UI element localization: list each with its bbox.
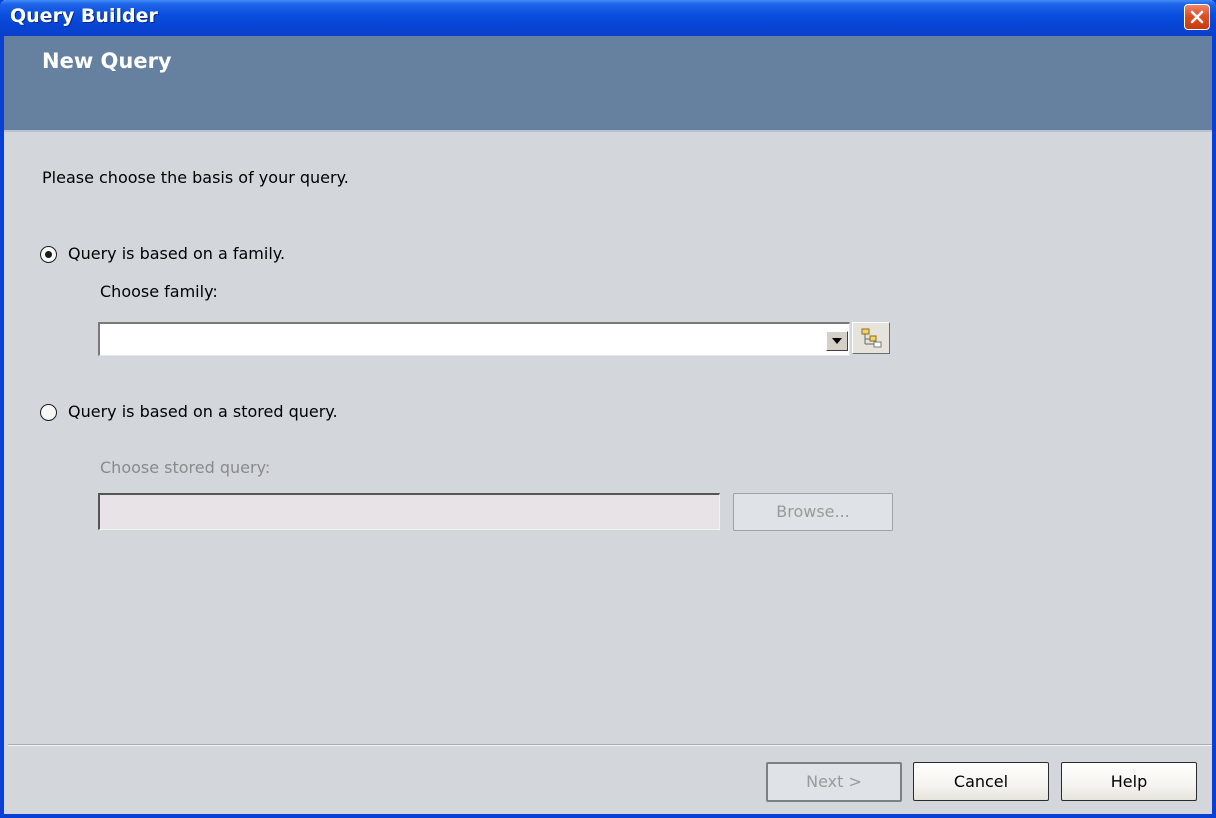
instruction-text: Please choose the basis of your query. xyxy=(42,168,349,187)
page-title: New Query xyxy=(42,49,172,73)
help-button-label: Help xyxy=(1110,772,1148,791)
radio-stored-query-label[interactable]: Query is based on a stored query. xyxy=(68,402,338,421)
query-builder-dialog: Query Builder New Query Please choose th… xyxy=(0,0,1216,818)
browse-button[interactable]: Browse... xyxy=(733,493,893,531)
next-button-label: Next > xyxy=(806,772,862,791)
stored-query-field[interactable] xyxy=(98,493,720,530)
radio-stored-query[interactable] xyxy=(40,404,57,421)
title-bar[interactable]: Query Builder xyxy=(0,0,1216,36)
family-dropdown-arrow[interactable] xyxy=(826,331,848,351)
wizard-header xyxy=(4,36,1212,132)
close-button[interactable] xyxy=(1184,4,1210,30)
cancel-button-label: Cancel xyxy=(953,772,1009,791)
radio-selected-dot xyxy=(45,251,52,258)
cancel-button[interactable]: Cancel xyxy=(913,762,1049,801)
family-browser-button[interactable] xyxy=(852,322,890,354)
family-dropdown[interactable] xyxy=(98,322,850,356)
family-tree-icon xyxy=(861,328,882,348)
close-icon xyxy=(1190,10,1204,24)
browse-button-label: Browse... xyxy=(776,502,850,521)
footer-divider xyxy=(8,744,1212,746)
next-button[interactable]: Next > xyxy=(766,762,902,802)
radio-family-label[interactable]: Query is based on a family. xyxy=(68,244,285,263)
window-title: Query Builder xyxy=(10,5,158,27)
help-button[interactable]: Help xyxy=(1061,762,1197,801)
radio-family[interactable] xyxy=(40,246,57,263)
choose-family-label: Choose family: xyxy=(100,282,218,301)
choose-stored-query-label: Choose stored query: xyxy=(100,458,271,477)
chevron-down-icon xyxy=(832,338,842,344)
